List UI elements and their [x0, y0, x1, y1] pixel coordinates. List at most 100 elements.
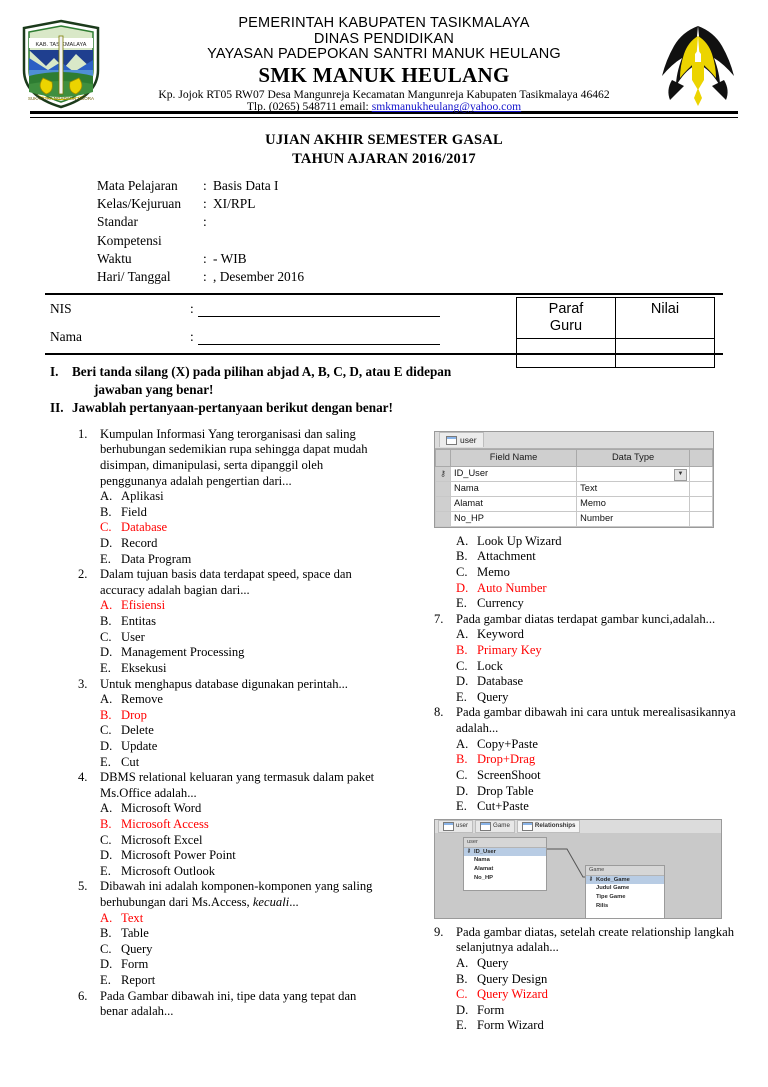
option-c[interactable]: C. User — [100, 630, 383, 646]
field-name-cell[interactable]: Nama — [449, 480, 578, 497]
question-body: Untuk menghapus database digunakan perin… — [100, 677, 383, 771]
tab-label: Game — [493, 822, 510, 830]
relationship-table-game[interactable]: Game Kode_Game Judul Game Tipe Game Rili… — [585, 864, 665, 918]
option-b[interactable]: B. Query Design — [456, 972, 744, 988]
student-identity-zone: NIS : Nama : Paraf Guru Nilai — [0, 297, 768, 369]
option-a[interactable]: A. Text — [100, 911, 383, 927]
option-b[interactable]: B. Field — [100, 505, 383, 521]
option-b[interactable]: B. Microsoft Access — [100, 817, 383, 833]
option-d[interactable]: D. Microsoft Power Point — [100, 848, 383, 864]
option-b[interactable]: B. Table — [100, 926, 383, 942]
field-name-cell[interactable]: No_HP — [449, 510, 578, 527]
chevron-down-icon[interactable]: ▼ — [674, 468, 687, 481]
data-type-cell[interactable]: Number — [576, 510, 690, 527]
option-a[interactable]: A. Look Up Wizard — [456, 534, 744, 550]
relationships-tab-game[interactable]: Game — [475, 819, 515, 833]
option-d[interactable]: D. Update — [100, 739, 383, 755]
question-text: DBMS relational keluaran yang termasuk d… — [100, 770, 375, 800]
option-e[interactable]: E. Data Program — [100, 552, 383, 568]
option-e[interactable]: E. Form Wizard — [456, 1018, 744, 1034]
option-b[interactable]: B. Drop — [100, 708, 383, 724]
row-selector-key[interactable]: ⚷ — [435, 465, 451, 482]
option-c[interactable]: C. Lock — [456, 659, 744, 675]
option-b[interactable]: B. Attachment — [456, 549, 744, 565]
relationship-field: Alamat — [474, 866, 494, 873]
option-c[interactable]: C. ScreenShoot — [456, 768, 744, 784]
option-letter: D. — [100, 848, 113, 863]
option-b[interactable]: B. Primary Key — [456, 643, 744, 659]
option-a[interactable]: A. Microsoft Word — [100, 801, 383, 817]
option-d[interactable]: D. Drop Table — [456, 784, 744, 800]
exam-academic-year: TAHUN AJARAN 2016/2017 — [292, 151, 476, 167]
option-label: Field — [121, 504, 147, 519]
data-type-cell[interactable]: Text — [576, 480, 690, 497]
question-6: 6. Pada Gambar dibawah ini, tipe data ya… — [78, 989, 383, 1020]
relationship-field-pk: Kode_Game — [586, 875, 664, 885]
relationships-canvas[interactable]: user ID_User Nama Alamat No_HP Game Kode… — [435, 832, 721, 918]
option-d[interactable]: D. Form — [100, 957, 383, 973]
instructions-block: I. Beri tanda silang (X) pada pilihan ab… — [0, 363, 768, 416]
option-label: Eksekusi — [121, 660, 167, 675]
nilai-header: Nilai — [615, 297, 715, 340]
option-a[interactable]: A. Efisiensi — [100, 598, 383, 614]
option-e[interactable]: E. Microsoft Outlook — [100, 864, 383, 880]
option-d[interactable]: D. Database — [456, 674, 744, 690]
email-link[interactable]: smkmanukheulang@yahoo.com — [372, 100, 521, 113]
option-letter: C. — [100, 520, 112, 535]
option-d[interactable]: D. Management Processing — [100, 645, 383, 661]
option-a[interactable]: A. Copy+Paste — [456, 737, 744, 753]
option-label: Microsoft Outlook — [121, 863, 216, 878]
relationships-tab-user[interactable]: user — [438, 819, 474, 833]
field-name-cell[interactable]: ID_User — [449, 465, 578, 482]
table-icon — [446, 435, 457, 445]
option-e[interactable]: E. Cut+Paste — [456, 799, 744, 815]
questions-columns: 1. Kumpulan Informasi Yang terorganisasi… — [0, 427, 768, 1087]
questions-left-column: 1. Kumpulan Informasi Yang terorganisasi… — [78, 427, 383, 1020]
option-e[interactable]: E. Cut — [100, 755, 383, 771]
option-a[interactable]: A. Keyword — [456, 627, 744, 643]
question-text: Kumpulan Informasi Yang terorganisasi da… — [100, 426, 368, 488]
option-b[interactable]: B. Entitas — [100, 614, 383, 630]
option-c[interactable]: C. Memo — [456, 565, 744, 581]
nis-input-line[interactable] — [198, 303, 440, 318]
option-label: Data Program — [121, 551, 192, 566]
row-selector[interactable] — [435, 495, 451, 512]
option-letter: E. — [100, 754, 111, 769]
field-name-cell[interactable]: Alamat — [449, 495, 578, 512]
option-c[interactable]: C. Query Wizard — [456, 987, 744, 1003]
option-c[interactable]: C. Microsoft Excel — [100, 833, 383, 849]
option-label: Drop+Drag — [477, 752, 536, 767]
row-selector[interactable] — [435, 480, 451, 497]
option-b[interactable]: B. Drop+Drag — [456, 752, 744, 768]
relationships-tab-relationships[interactable]: Relationships — [516, 819, 581, 833]
nama-input-line[interactable] — [198, 331, 440, 346]
option-e[interactable]: E. Currency — [456, 596, 744, 612]
option-c[interactable]: C. Database — [100, 520, 383, 536]
option-letter: A. — [100, 801, 113, 816]
data-type-cell[interactable]: ▼ — [576, 465, 690, 482]
option-d[interactable]: D. Form — [456, 1003, 744, 1019]
meta-value — [213, 213, 768, 249]
option-c[interactable]: C. Delete — [100, 723, 383, 739]
option-d[interactable]: D. Auto Number — [456, 581, 744, 597]
option-a[interactable]: A. Query — [456, 956, 744, 972]
option-label: Cut+Paste — [477, 799, 529, 814]
option-c[interactable]: C. Query — [100, 942, 383, 958]
option-d[interactable]: D. Record — [100, 536, 383, 552]
instruction-continuation: jawaban yang benar! — [94, 382, 214, 398]
option-a[interactable]: A. Aplikasi — [100, 489, 383, 505]
option-label: User — [121, 629, 145, 644]
option-e[interactable]: E. Query — [456, 690, 744, 706]
instruction-item-2: II. Jawablah pertanyaan-pertanyaan berik… — [50, 399, 768, 417]
relationship-table-user[interactable]: user ID_User Nama Alamat No_HP — [463, 836, 547, 891]
option-e[interactable]: E. Report — [100, 973, 383, 989]
access-tab-user[interactable]: user — [439, 432, 484, 448]
option-letter: B. — [456, 752, 468, 767]
option-label: Primary Key — [477, 643, 542, 658]
row-selector[interactable] — [435, 510, 451, 527]
option-label: Keyword — [477, 627, 524, 642]
option-letter: E. — [100, 551, 111, 566]
option-e[interactable]: E. Eksekusi — [100, 661, 383, 677]
data-type-cell[interactable]: Memo — [576, 495, 690, 512]
option-a[interactable]: A. Remove — [100, 692, 383, 708]
